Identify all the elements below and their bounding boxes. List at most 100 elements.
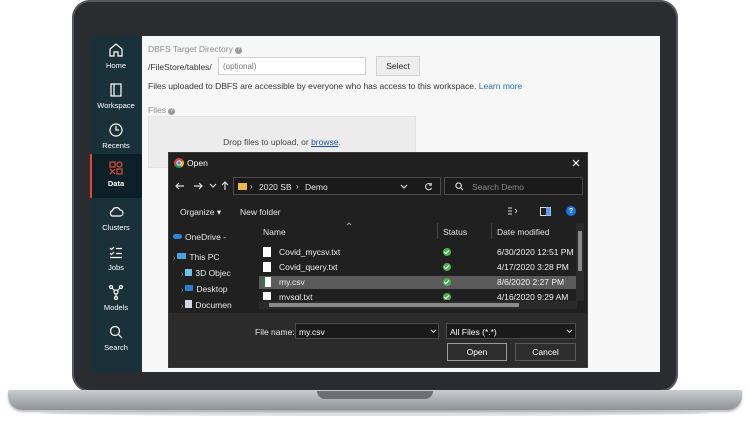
computer-icon <box>177 253 187 259</box>
column-header-status[interactable]: Status <box>443 227 467 237</box>
chevron-down-icon[interactable] <box>566 329 573 334</box>
sidebar-item-label: Recents <box>102 141 130 150</box>
nav-item-onedrive[interactable]: OneDrive - <box>173 232 226 242</box>
learn-more-link[interactable]: Learn more <box>479 81 522 91</box>
sidebar-item-data[interactable]: Data <box>90 154 142 198</box>
search-icon <box>455 182 464 191</box>
file-row[interactable]: Covid_query.txt 4/17/2020 3:28 PM <box>259 261 577 274</box>
column-divider[interactable] <box>491 223 492 239</box>
filetype-select[interactable]: All Files (*.*) <box>446 323 576 339</box>
chevron-down-icon[interactable] <box>430 329 437 334</box>
path-prefix: /FileStore/tables/ <box>148 62 212 72</box>
sync-status-icon <box>443 293 451 300</box>
file-row: mysql.txt 4/16/2020 9:29 AM <box>259 291 577 300</box>
sidebar-item-label: Home <box>105 61 126 70</box>
sidebar-item-label: Jobs <box>108 263 124 272</box>
column-header-date[interactable]: Date modified <box>497 227 549 237</box>
refresh-icon[interactable] <box>424 182 433 191</box>
scrollbar-thumb[interactable] <box>578 231 582 271</box>
filename-input[interactable]: my.csv <box>295 323 439 339</box>
sidebar-item-label: Search <box>104 343 128 352</box>
breadcrumb: › <box>250 182 253 191</box>
new-folder-button[interactable]: New folder <box>240 207 281 217</box>
open-button[interactable]: Open <box>447 343 507 361</box>
column-header-name[interactable]: Name <box>263 227 286 237</box>
file-row-clipped[interactable]: mysql.txt 4/16/2020 9:29 AM <box>259 291 577 300</box>
vertical-scrollbar[interactable] <box>576 223 584 301</box>
up-icon[interactable] <box>221 181 229 191</box>
csv-file-icon <box>263 277 271 287</box>
sidebar-item-label: Data <box>107 179 125 188</box>
breadcrumb-item[interactable]: Demo <box>305 182 328 192</box>
target-dir-input[interactable] <box>218 57 366 75</box>
chevron-right-icon: › <box>181 303 184 310</box>
text-file-icon <box>263 292 271 300</box>
file-row-selected[interactable]: my.csv 8/6/2020 2:27 PM <box>259 276 577 289</box>
sidebar-item-clusters[interactable]: Clusters <box>90 202 142 242</box>
nav-item-3d-objects[interactable]: › 3D Objec <box>181 268 231 278</box>
chrome-icon <box>174 158 184 168</box>
models-icon <box>108 284 124 300</box>
target-dir-text: DBFS Target Directory <box>148 44 233 54</box>
chevron-down-icon[interactable] <box>400 184 408 190</box>
chevron-right-icon: › <box>173 255 176 262</box>
browse-link[interactable]: browse <box>311 137 338 147</box>
file-row[interactable]: Covid_mycsv.txt 6/30/2020 12:51 PM <box>259 246 577 259</box>
help-icon[interactable]: ? <box>167 108 175 115</box>
chevron-down-icon[interactable] <box>209 183 217 189</box>
filename-label: File name: <box>255 327 295 337</box>
column-divider[interactable] <box>437 223 438 239</box>
breadcrumb-item[interactable]: 2020 SB <box>259 182 292 192</box>
document-icon <box>185 300 193 308</box>
laptop-shadow <box>40 410 710 416</box>
data-icon <box>109 161 123 175</box>
filetype-value: All Files (*.*) <box>450 327 497 337</box>
chevron-right-icon: › <box>181 287 184 294</box>
horizontal-scrollbar[interactable] <box>259 301 577 309</box>
sidebar-item-label: Models <box>103 303 129 312</box>
sidebar-item-workspace[interactable]: Workspace <box>90 80 142 120</box>
address-bar[interactable]: › 2020 SB › Demo <box>233 177 441 195</box>
help-icon[interactable]: ? <box>234 47 242 54</box>
filename-value: my.csv <box>299 327 325 337</box>
jobs-icon <box>109 246 122 259</box>
sidebar-item-models[interactable]: Models <box>90 282 142 322</box>
search-box[interactable]: Search Demo <box>444 177 583 195</box>
sidebar-item-jobs[interactable]: Jobs <box>90 242 142 282</box>
scrollbar-thumb[interactable] <box>269 303 519 307</box>
home-icon <box>109 43 123 57</box>
file-date: 6/30/2020 12:51 PM <box>497 247 574 257</box>
preview-pane-icon[interactable] <box>540 207 551 216</box>
cloud-icon <box>109 207 124 217</box>
chevron-right-icon: › <box>181 271 184 278</box>
view-options-icon[interactable] <box>507 206 519 216</box>
organize-button[interactable]: Organize ▾ <box>180 207 221 218</box>
cancel-button[interactable]: Cancel <box>515 343 576 361</box>
sidebar-item-home[interactable]: Home <box>90 40 142 80</box>
select-button[interactable]: Select <box>376 56 420 76</box>
text-file-icon <box>263 262 271 272</box>
back-icon[interactable] <box>175 182 185 190</box>
forward-icon[interactable] <box>193 182 203 190</box>
sidebar: Home Workspace Recents Data Clusters Job… <box>90 36 142 372</box>
search-icon <box>109 325 123 339</box>
search-placeholder: Search Demo <box>472 182 524 192</box>
clock-icon <box>109 123 123 137</box>
sidebar-item-label: Workspace <box>97 101 135 110</box>
files-label: Files? <box>148 105 175 115</box>
nav-item-this-pc[interactable]: › This PC <box>173 252 220 262</box>
drop-period: . <box>338 137 341 147</box>
info-text: Files uploaded to DBFS are accessible by… <box>148 81 522 91</box>
open-file-dialog: Open › 2020 SB › Demo Search Demo Organi… <box>168 152 588 368</box>
nav-label: Desktop <box>196 284 228 294</box>
info-sentence: Files uploaded to DBFS are accessible by… <box>148 81 477 91</box>
nav-item-desktop[interactable]: › Desktop <box>181 284 228 294</box>
help-icon[interactable]: ? <box>566 206 576 216</box>
nav-label: OneDrive - <box>185 232 227 242</box>
sort-ascending-icon <box>346 222 352 226</box>
nav-item-documents[interactable]: › Documen <box>181 300 232 310</box>
nav-label: Documen <box>195 300 232 310</box>
cube-icon <box>185 269 193 276</box>
sidebar-item-search[interactable]: Search <box>90 322 142 362</box>
close-icon[interactable] <box>572 159 580 167</box>
